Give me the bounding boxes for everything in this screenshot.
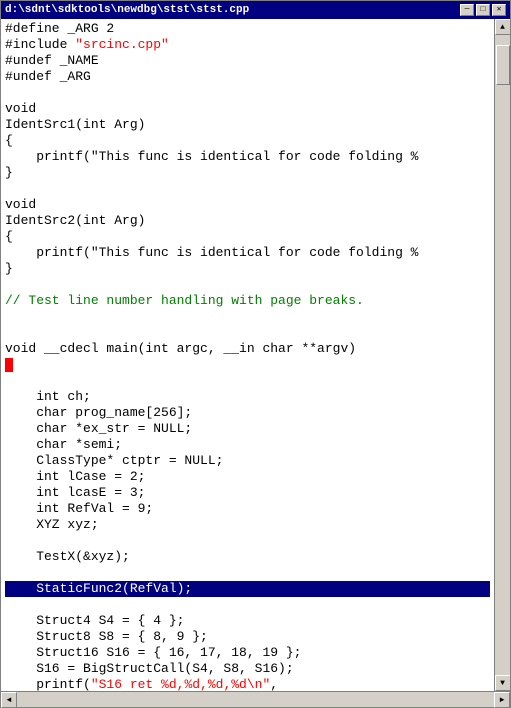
title-buttons: ─ □ ✕ bbox=[460, 4, 506, 16]
scroll-right-button[interactable]: ► bbox=[494, 692, 510, 708]
code-line: IdentSrc1(int Arg) bbox=[5, 117, 490, 133]
code-line bbox=[5, 309, 490, 325]
code-line bbox=[5, 533, 490, 549]
code-content[interactable]: #define _ARG 2#include "srcinc.cpp"#unde… bbox=[1, 19, 494, 691]
code-line: #include "srcinc.cpp" bbox=[5, 37, 490, 53]
code-line: IdentSrc2(int Arg) bbox=[5, 213, 490, 229]
code-line: // Test line number handling with page b… bbox=[5, 293, 490, 309]
horizontal-scrollbar[interactable]: ◄ ► bbox=[1, 691, 510, 707]
code-line: printf("This func is identical for code … bbox=[5, 149, 490, 165]
code-line: Struct16 S16 = { 16, 17, 18, 19 }; bbox=[5, 645, 490, 661]
code-line: { bbox=[5, 133, 490, 149]
scroll-down-button[interactable]: ▼ bbox=[495, 675, 511, 691]
code-line: void bbox=[5, 101, 490, 117]
minimize-button[interactable]: ─ bbox=[460, 4, 474, 16]
code-line: printf("This func is identical for code … bbox=[5, 245, 490, 261]
scroll-h-track[interactable] bbox=[17, 692, 494, 707]
code-line bbox=[5, 85, 490, 101]
close-button[interactable]: ✕ bbox=[492, 4, 506, 16]
code-line: printf("S16 ret %d,%d,%d,%d\n", bbox=[5, 677, 490, 691]
code-line: int ch; bbox=[5, 389, 490, 405]
code-line: ClassType* ctptr = NULL; bbox=[5, 453, 490, 469]
code-line bbox=[5, 373, 490, 389]
code-line: StaticFunc2(RefVal); bbox=[5, 581, 490, 597]
code-line: #undef _ARG bbox=[5, 69, 490, 85]
string-literal: "S16 ret %d,%d,%d,%d\n" bbox=[91, 677, 270, 691]
code-line: char *ex_str = NULL; bbox=[5, 421, 490, 437]
scroll-up-button[interactable]: ▲ bbox=[495, 19, 511, 35]
code-line bbox=[5, 325, 490, 341]
main-window: d:\sdnt\sdktools\newdbg\stst\stst.cpp ─ … bbox=[0, 0, 511, 708]
code-line: char *semi; bbox=[5, 437, 490, 453]
maximize-button[interactable]: □ bbox=[476, 4, 490, 16]
code-line: Struct4 S4 = { 4 }; bbox=[5, 613, 490, 629]
code-line: TestX(&xyz); bbox=[5, 549, 490, 565]
string-literal: "srcinc.cpp" bbox=[75, 37, 169, 52]
title-text: d:\sdnt\sdktools\newdbg\stst\stst.cpp bbox=[5, 4, 249, 16]
code-line: S16 = BigStructCall(S4, S8, S16); bbox=[5, 661, 490, 677]
code-line bbox=[5, 597, 490, 613]
code-line: #undef _NAME bbox=[5, 53, 490, 69]
code-line: } bbox=[5, 165, 490, 181]
code-line: int lCase = 2; bbox=[5, 469, 490, 485]
code-line: int RefVal = 9; bbox=[5, 501, 490, 517]
title-bar: d:\sdnt\sdktools\newdbg\stst\stst.cpp ─ … bbox=[1, 1, 510, 19]
code-line: int lcasE = 3; bbox=[5, 485, 490, 501]
breakpoint-indicator bbox=[5, 358, 13, 372]
code-line: void bbox=[5, 197, 490, 213]
code-line bbox=[5, 277, 490, 293]
code-line: { bbox=[5, 229, 490, 245]
code-container: #define _ARG 2#include "srcinc.cpp"#unde… bbox=[1, 19, 494, 691]
code-line bbox=[5, 357, 490, 373]
code-line bbox=[5, 181, 490, 197]
code-line bbox=[5, 565, 490, 581]
code-line: char prog_name[256]; bbox=[5, 405, 490, 421]
vertical-scrollbar[interactable]: ▲ ▼ bbox=[494, 19, 510, 691]
comment-text: // Test line number handling with page b… bbox=[5, 293, 364, 308]
code-line: Struct8 S8 = { 8, 9 }; bbox=[5, 629, 490, 645]
code-line: #define _ARG 2 bbox=[5, 21, 490, 37]
code-line: XYZ xyz; bbox=[5, 517, 490, 533]
editor-area: #define _ARG 2#include "srcinc.cpp"#unde… bbox=[1, 19, 510, 691]
code-line: void __cdecl main(int argc, __in char **… bbox=[5, 341, 490, 357]
scroll-track[interactable] bbox=[495, 35, 510, 675]
code-line: } bbox=[5, 261, 490, 277]
scroll-thumb[interactable] bbox=[496, 45, 510, 85]
scroll-left-button[interactable]: ◄ bbox=[1, 692, 17, 708]
